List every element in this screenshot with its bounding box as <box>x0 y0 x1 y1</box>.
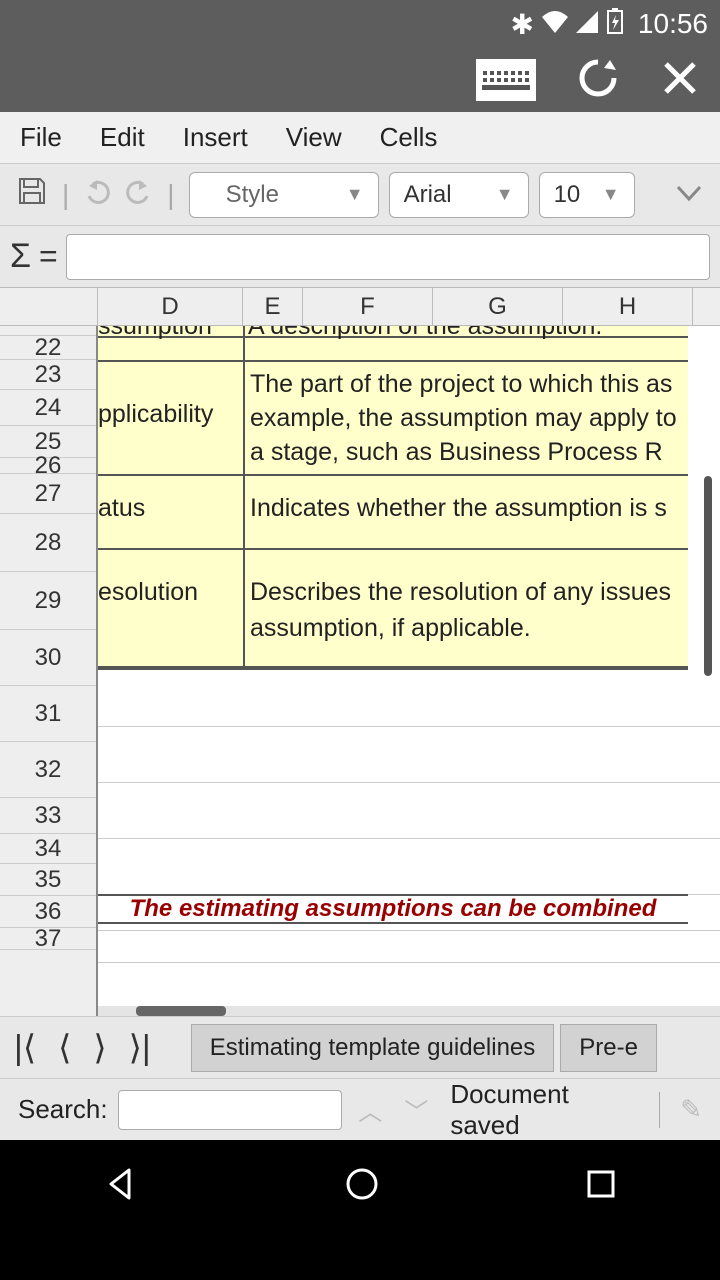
cell-text: assumption, if applicable. <box>250 614 531 643</box>
cell-text: example, the assumption may apply to <box>250 404 677 433</box>
chevron-down-icon: ▼ <box>602 184 620 205</box>
home-icon[interactable] <box>342 1164 382 1209</box>
style-label: Style <box>226 181 279 209</box>
sheet-tab-guidelines[interactable]: Estimating template guidelines <box>191 1024 555 1072</box>
chevron-down-icon: ▼ <box>496 184 514 205</box>
note-row: The estimating assumptions can be combin… <box>98 894 688 924</box>
cell-text: Describes the resolution of any issues <box>250 578 671 607</box>
cell-text: esolution <box>98 578 198 607</box>
status-text: Document saved <box>450 1079 639 1141</box>
row-header[interactable]: 32 <box>0 742 96 798</box>
col-header-f[interactable]: F <box>303 288 433 325</box>
menu-edit[interactable]: Edit <box>100 122 145 153</box>
menu-bar: File Edit Insert View Cells <box>0 112 720 164</box>
font-label: Arial <box>404 181 452 209</box>
search-prev-icon[interactable]: ︿ <box>352 1092 388 1127</box>
menu-file[interactable]: File <box>20 122 62 153</box>
search-next-icon[interactable]: ﹀ <box>398 1092 434 1127</box>
menu-insert[interactable]: Insert <box>183 122 248 153</box>
toolbar: | | Style ▼ Arial ▼ 10 ▼ <box>0 164 720 226</box>
battery-icon <box>606 8 624 41</box>
cell-text: Indicates whether the assumption is s <box>250 494 667 523</box>
col-header-e[interactable]: E <box>243 288 303 325</box>
row-header[interactable]: 31 <box>0 686 96 742</box>
save-icon[interactable] <box>16 175 48 215</box>
col-header-h[interactable]: H <box>563 288 693 325</box>
horizontal-scrollbar-thumb[interactable] <box>136 1006 226 1016</box>
close-icon[interactable] <box>660 58 700 103</box>
android-nav-bar <box>0 1140 720 1232</box>
signal-icon <box>576 8 598 40</box>
sheet-next-icon[interactable]: ⟩ <box>85 1028 114 1068</box>
cell-text: atus <box>98 494 145 523</box>
clock: 10:56 <box>638 8 708 40</box>
toolbar-divider: | <box>62 179 69 211</box>
column-headers: D E F G H <box>0 288 720 326</box>
menu-cells[interactable]: Cells <box>380 122 438 153</box>
sigma-icon[interactable]: Σ <box>10 237 31 276</box>
col-header-g[interactable]: G <box>433 288 563 325</box>
sheet-tabs: |⟨ ⟨ ⟩ ⟩| Estimating template guidelines… <box>0 1016 720 1078</box>
cell-text: pplicability <box>98 400 213 429</box>
row-header[interactable]: 29 <box>0 572 96 630</box>
chevron-down-icon: ▼ <box>346 184 364 205</box>
horizontal-scrollbar-track[interactable] <box>98 1006 720 1016</box>
status-bar: ✱ 10:56 <box>0 0 720 48</box>
formula-input[interactable] <box>66 234 710 280</box>
cell-text: a stage, such as Business Process R <box>250 438 663 467</box>
cell-text: A description of the assumption. <box>248 326 602 341</box>
undo-icon[interactable] <box>83 176 113 214</box>
search-input[interactable] <box>118 1090 343 1130</box>
col-header-d[interactable]: D <box>98 288 243 325</box>
row-header[interactable]: 33 <box>0 798 96 834</box>
vertical-scrollbar-thumb[interactable] <box>704 476 712 676</box>
cell-text: ssumption <box>98 326 212 341</box>
size-label: 10 <box>554 181 581 209</box>
row-header[interactable]: 22 <box>0 336 96 360</box>
sheet-prev-icon[interactable]: ⟨ <box>50 1028 79 1068</box>
title-bar <box>0 48 720 112</box>
menu-view[interactable]: View <box>286 122 342 153</box>
row-header[interactable]: 30 <box>0 630 96 686</box>
spreadsheet-grid[interactable]: D E F G H 22 23 24 25 26 27 28 29 30 31 … <box>0 288 720 1016</box>
wifi-icon <box>542 8 568 40</box>
row-header[interactable]: 27 <box>0 474 96 514</box>
back-icon[interactable] <box>101 1164 141 1209</box>
edit-icon[interactable]: ✎ <box>680 1094 702 1125</box>
font-size-selector[interactable]: 10 ▼ <box>539 172 635 218</box>
row-header[interactable]: 23 <box>0 360 96 390</box>
sheet-tab-pre-e[interactable]: Pre-e <box>560 1024 657 1072</box>
refresh-icon[interactable] <box>576 56 620 105</box>
search-label: Search: <box>18 1094 108 1125</box>
row-headers: 22 23 24 25 26 27 28 29 30 31 32 33 34 3… <box>0 326 98 1016</box>
row-header[interactable]: 35 <box>0 864 96 896</box>
select-all-corner[interactable] <box>0 288 98 325</box>
row-header[interactable]: 34 <box>0 834 96 864</box>
equals-icon: = <box>39 238 58 275</box>
row-header[interactable]: 37 <box>0 928 96 950</box>
cells-area[interactable]: ssumption A description of the assumptio… <box>98 326 720 1016</box>
row-header[interactable]: 24 <box>0 390 96 426</box>
bluetooth-icon: ✱ <box>510 8 533 41</box>
expand-toolbar-icon[interactable] <box>674 179 704 210</box>
search-bar: Search: ︿ ﹀ Document saved ✎ <box>0 1078 720 1140</box>
row-header[interactable]: 36 <box>0 896 96 928</box>
keyboard-icon[interactable] <box>476 59 536 101</box>
row-header[interactable]: 26 <box>0 458 96 474</box>
toolbar-divider: | <box>167 179 174 211</box>
font-selector[interactable]: Arial ▼ <box>389 172 529 218</box>
style-selector[interactable]: Style ▼ <box>189 172 379 218</box>
sheet-first-icon[interactable]: |⟨ <box>6 1028 44 1068</box>
redo-icon[interactable] <box>123 176 153 214</box>
cell-text: The part of the project to which this as <box>250 370 672 399</box>
formula-bar: Σ = <box>0 226 720 288</box>
sheet-last-icon[interactable]: ⟩| <box>121 1028 159 1068</box>
divider <box>659 1092 660 1128</box>
row-header[interactable]: 28 <box>0 514 96 572</box>
recent-icon[interactable] <box>583 1166 619 1207</box>
